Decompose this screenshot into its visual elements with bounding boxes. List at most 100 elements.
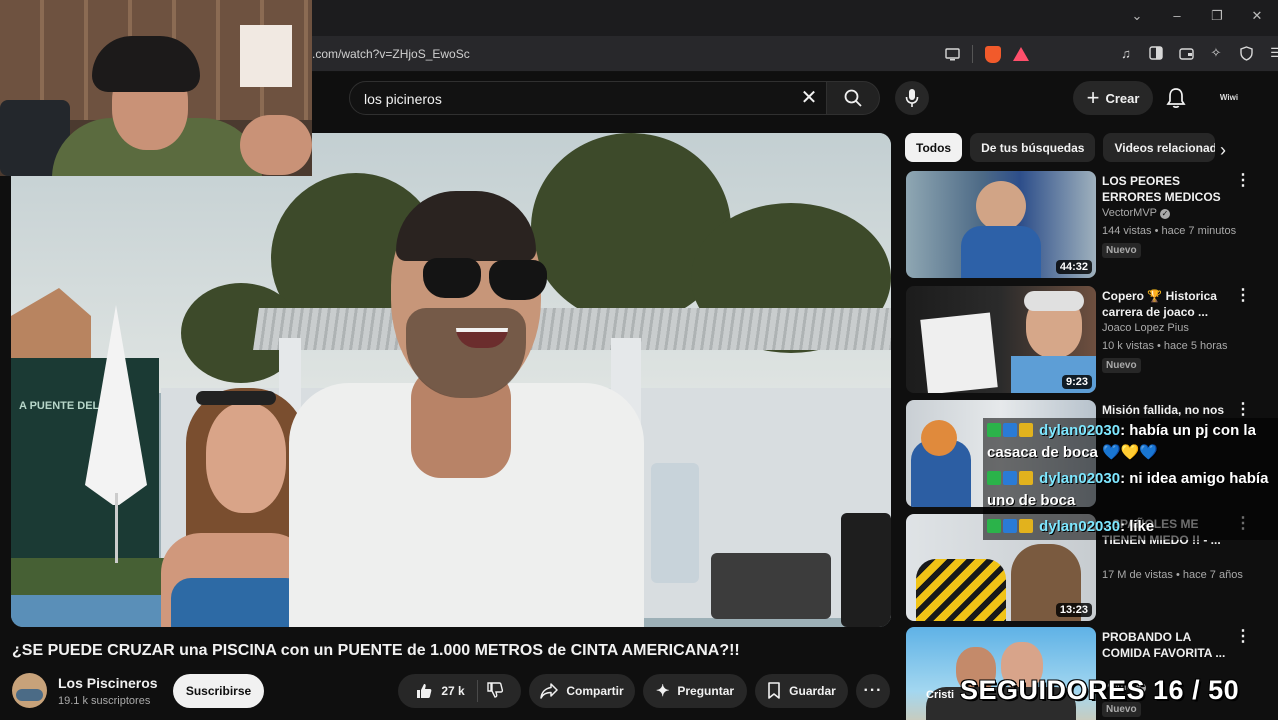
thumbnail-figure	[961, 226, 1041, 278]
video-frame-bags	[711, 553, 831, 619]
cast-icon[interactable]	[944, 46, 960, 62]
channel-name[interactable]: Los Piscineros	[58, 675, 158, 691]
recommendation-meta: 144 vistas • hace 7 minutos	[1102, 225, 1237, 237]
recommendation-meta: 17 M de vistas • hace 7 años	[1102, 569, 1243, 581]
chat-username: dylan02030	[1039, 518, 1121, 535]
create-label: Crear	[1105, 90, 1140, 106]
create-button[interactable]: + Crear	[1073, 81, 1153, 115]
save-button[interactable]: Guardar	[755, 674, 848, 708]
verified-badge-icon	[1003, 423, 1017, 437]
webcam-poster	[240, 25, 292, 87]
recommendation-item[interactable]: Cristi PROBANDO LA COMIDA FAVORITA ... M…	[906, 627, 1276, 720]
sidebar-icon[interactable]	[1148, 45, 1164, 61]
recommendation-meta: 10 k vistas • hace 5 horas	[1102, 340, 1228, 352]
brave-shields-icon[interactable]	[985, 45, 1001, 63]
close-icon[interactable]: ✕	[1250, 8, 1264, 24]
thumbs-up-icon	[417, 684, 432, 698]
separator	[972, 45, 973, 63]
video-frame-roof	[253, 308, 891, 350]
video-title: ¿SE PUEDE CRUZAR una PISCINA con un PUEN…	[12, 642, 740, 659]
verified-badge-icon	[1003, 471, 1017, 485]
plus-icon: +	[1086, 85, 1100, 110]
more-vertical-icon[interactable]: ⋮	[1235, 173, 1251, 189]
chat-text: : like	[1120, 518, 1155, 535]
sparkle-icon: ✦	[655, 683, 670, 700]
video-frame-sunglasses	[423, 258, 481, 298]
thumbs-down-icon	[486, 681, 503, 698]
voice-search-button[interactable]	[895, 81, 929, 115]
chat-message: dylan02030: like	[983, 514, 1278, 540]
recommendation-channel[interactable]: Joaco Lopez Pius	[1102, 322, 1189, 334]
video-thumbnail[interactable]: 9:23	[906, 286, 1096, 393]
follower-goal-overlay: SEGUIDORES 16 / 50	[960, 675, 1240, 705]
vpn-shield-icon[interactable]	[1238, 45, 1254, 61]
wallet-icon[interactable]	[1178, 45, 1194, 61]
chip-all[interactable]: Todos	[905, 133, 963, 162]
more-horizontal-icon: ···	[863, 682, 883, 699]
share-arrow-icon	[540, 683, 559, 699]
chat-username: dylan02030	[1039, 422, 1121, 439]
channel-avatar[interactable]	[12, 673, 47, 708]
video-thumbnail[interactable]: Cristi	[906, 627, 1096, 720]
more-vertical-icon[interactable]: ⋮	[1235, 402, 1251, 418]
microphone-icon	[905, 89, 919, 107]
chip-from-searches[interactable]: De tus búsquedas	[970, 133, 1096, 162]
recommendation-title[interactable]: LOS PEORES ERRORES MEDICOS	[1102, 173, 1230, 205]
ask-button[interactable]: ✦ Preguntar	[643, 674, 747, 708]
account-avatar[interactable]: Wiwi	[1214, 86, 1244, 110]
more-actions-button[interactable]: ···	[856, 674, 890, 708]
minimize-icon[interactable]: –	[1170, 8, 1184, 24]
like-button[interactable]: 27 k	[415, 680, 478, 702]
video-duration: 13:23	[1055, 603, 1092, 617]
thumbnail-figure	[1024, 291, 1084, 311]
video-player[interactable]: A PUENTE DEL	[11, 133, 891, 627]
recommendation-channel[interactable]: VectorMVP ✓	[1102, 207, 1171, 219]
brave-rewards-icon[interactable]	[1013, 47, 1029, 61]
chat-message: dylan02030: había un pj con la casaca de…	[983, 418, 1278, 466]
thumbnail-document	[920, 312, 998, 393]
chat-message: dylan02030: ni idea amigo había uno de b…	[983, 466, 1278, 514]
save-label: Guardar	[789, 684, 836, 698]
music-note-icon[interactable]: ♫	[1118, 45, 1134, 61]
menu-icon[interactable]: ☰	[1268, 45, 1278, 61]
more-vertical-icon[interactable]: ⋮	[1235, 288, 1251, 304]
ask-label: Preguntar	[677, 684, 735, 698]
recommendation-title[interactable]: PROBANDO LA COMIDA FAVORITA ...	[1102, 629, 1230, 661]
chat-username: dylan02030	[1039, 470, 1121, 487]
thumbnail-text: Cristi	[926, 689, 955, 701]
video-frame-person-edge	[841, 513, 891, 627]
subscribe-button[interactable]: Suscribirse	[173, 674, 264, 708]
more-vertical-icon[interactable]: ⋮	[1235, 629, 1251, 645]
chip-related[interactable]: Videos relacionad	[1103, 133, 1216, 162]
tab-list-icon[interactable]: ⌄	[1130, 8, 1144, 24]
video-frame-woman-face	[206, 403, 286, 513]
search-query[interactable]: los picineros	[364, 91, 442, 107]
video-thumbnail[interactable]: 44:32	[906, 171, 1096, 278]
maximize-icon[interactable]: ❐	[1210, 8, 1224, 24]
clear-search-icon[interactable]: ✕	[798, 87, 820, 109]
search-input[interactable]: los picineros ✕	[349, 81, 827, 115]
video-frame-woman-sunglasses	[196, 391, 276, 405]
share-label: Compartir	[566, 684, 624, 698]
thumbnail-figure	[916, 559, 1006, 621]
recommendation-item[interactable]: 44:32 LOS PEORES ERRORES MEDICOS VectorM…	[906, 171, 1276, 279]
crown-badge-icon	[1019, 519, 1033, 533]
window-controls: ⌄ – ❐ ✕	[1130, 8, 1264, 24]
leo-ai-icon[interactable]: ✧	[1208, 45, 1224, 61]
dislike-button[interactable]	[486, 681, 504, 702]
share-button[interactable]: Compartir	[529, 674, 635, 708]
stream-chat-overlay: dylan02030: había un pj con la casaca de…	[983, 418, 1278, 540]
video-frame-umbrella-pole	[115, 493, 118, 563]
verified-check-icon: ✓	[1160, 209, 1171, 219]
new-badge: Nuevo	[1102, 243, 1141, 258]
url-field[interactable]: .com/watch?v=ZHjoS_EwoSc	[312, 47, 470, 61]
streamer-webcam	[0, 0, 312, 176]
recommendation-title[interactable]: Copero 🏆 Historica carrera de joaco ...	[1102, 288, 1230, 320]
chevron-right-icon[interactable]: ›	[1220, 140, 1226, 161]
new-badge: Nuevo	[1102, 358, 1141, 373]
notifications-bell-icon[interactable]	[1166, 87, 1186, 114]
banner-text: A PUENTE DEL	[19, 400, 100, 412]
search-button[interactable]	[826, 81, 880, 115]
recommendation-item[interactable]: 9:23 Copero 🏆 Historica carrera de joaco…	[906, 286, 1276, 394]
recommendation-title[interactable]: Misión fallida, no nos	[1102, 402, 1230, 418]
